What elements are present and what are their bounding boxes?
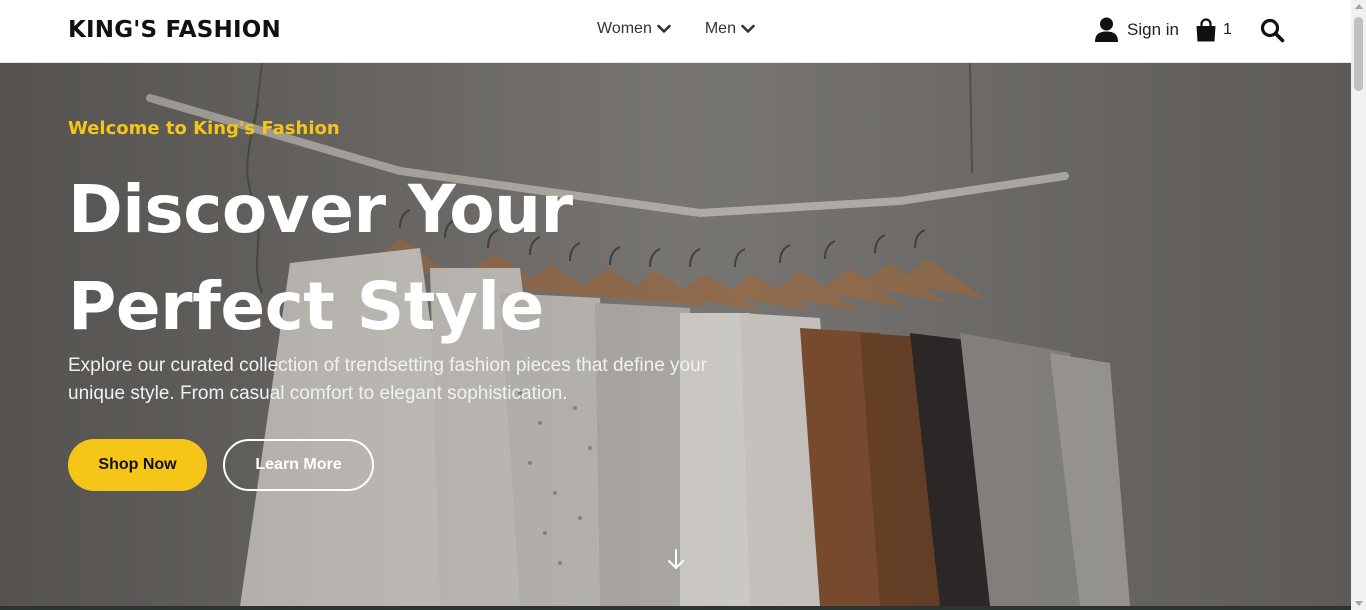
hero-eyebrow: Welcome to King's Fashion — [68, 118, 340, 139]
search-button[interactable] — [1260, 18, 1285, 43]
hero-headline: Discover Your Perfect Style — [68, 171, 573, 345]
sign-in-link[interactable]: Sign in — [1094, 17, 1179, 43]
hero-button-group: Shop Now Learn More — [68, 439, 374, 491]
chevron-down-icon — [657, 24, 671, 33]
cart-button[interactable]: 1 — [1195, 17, 1232, 43]
arrow-down-icon — [668, 549, 684, 569]
sign-in-label: Sign in — [1127, 20, 1179, 39]
scroll-down-arrow-icon[interactable] — [1355, 601, 1363, 606]
scroll-up-arrow-icon[interactable] — [1355, 4, 1363, 9]
next-section-edge — [0, 606, 1351, 610]
cart-count-badge: 1 — [1222, 21, 1232, 38]
chevron-down-icon — [741, 24, 755, 33]
top-navbar: KING'S FASHION Women Men Sign in 1 — [0, 0, 1351, 63]
hero-section: Welcome to King's Fashion Discover Your … — [0, 63, 1351, 606]
header-actions: Sign in 1 — [1094, 17, 1285, 43]
brand-logo[interactable]: KING'S FASHION — [68, 17, 281, 43]
shop-now-button[interactable]: Shop Now — [68, 439, 207, 491]
search-icon — [1260, 18, 1285, 42]
scroll-down-button[interactable] — [666, 548, 686, 572]
hero-subtitle: Explore our curated collection of trends… — [68, 355, 707, 404]
page-scrollbar[interactable] — [1351, 0, 1366, 610]
nav-item-men[interactable]: Men — [705, 20, 755, 38]
user-icon — [1095, 17, 1118, 42]
learn-more-button[interactable]: Learn More — [223, 439, 374, 491]
scrollbar-thumb[interactable] — [1354, 17, 1363, 91]
nav-item-label: Men — [704, 20, 736, 37]
nav-item-label: Women — [597, 20, 652, 37]
nav-item-women[interactable]: Women — [597, 20, 671, 38]
shopping-bag-icon — [1196, 17, 1216, 41]
main-menu: Women Men — [597, 20, 755, 38]
